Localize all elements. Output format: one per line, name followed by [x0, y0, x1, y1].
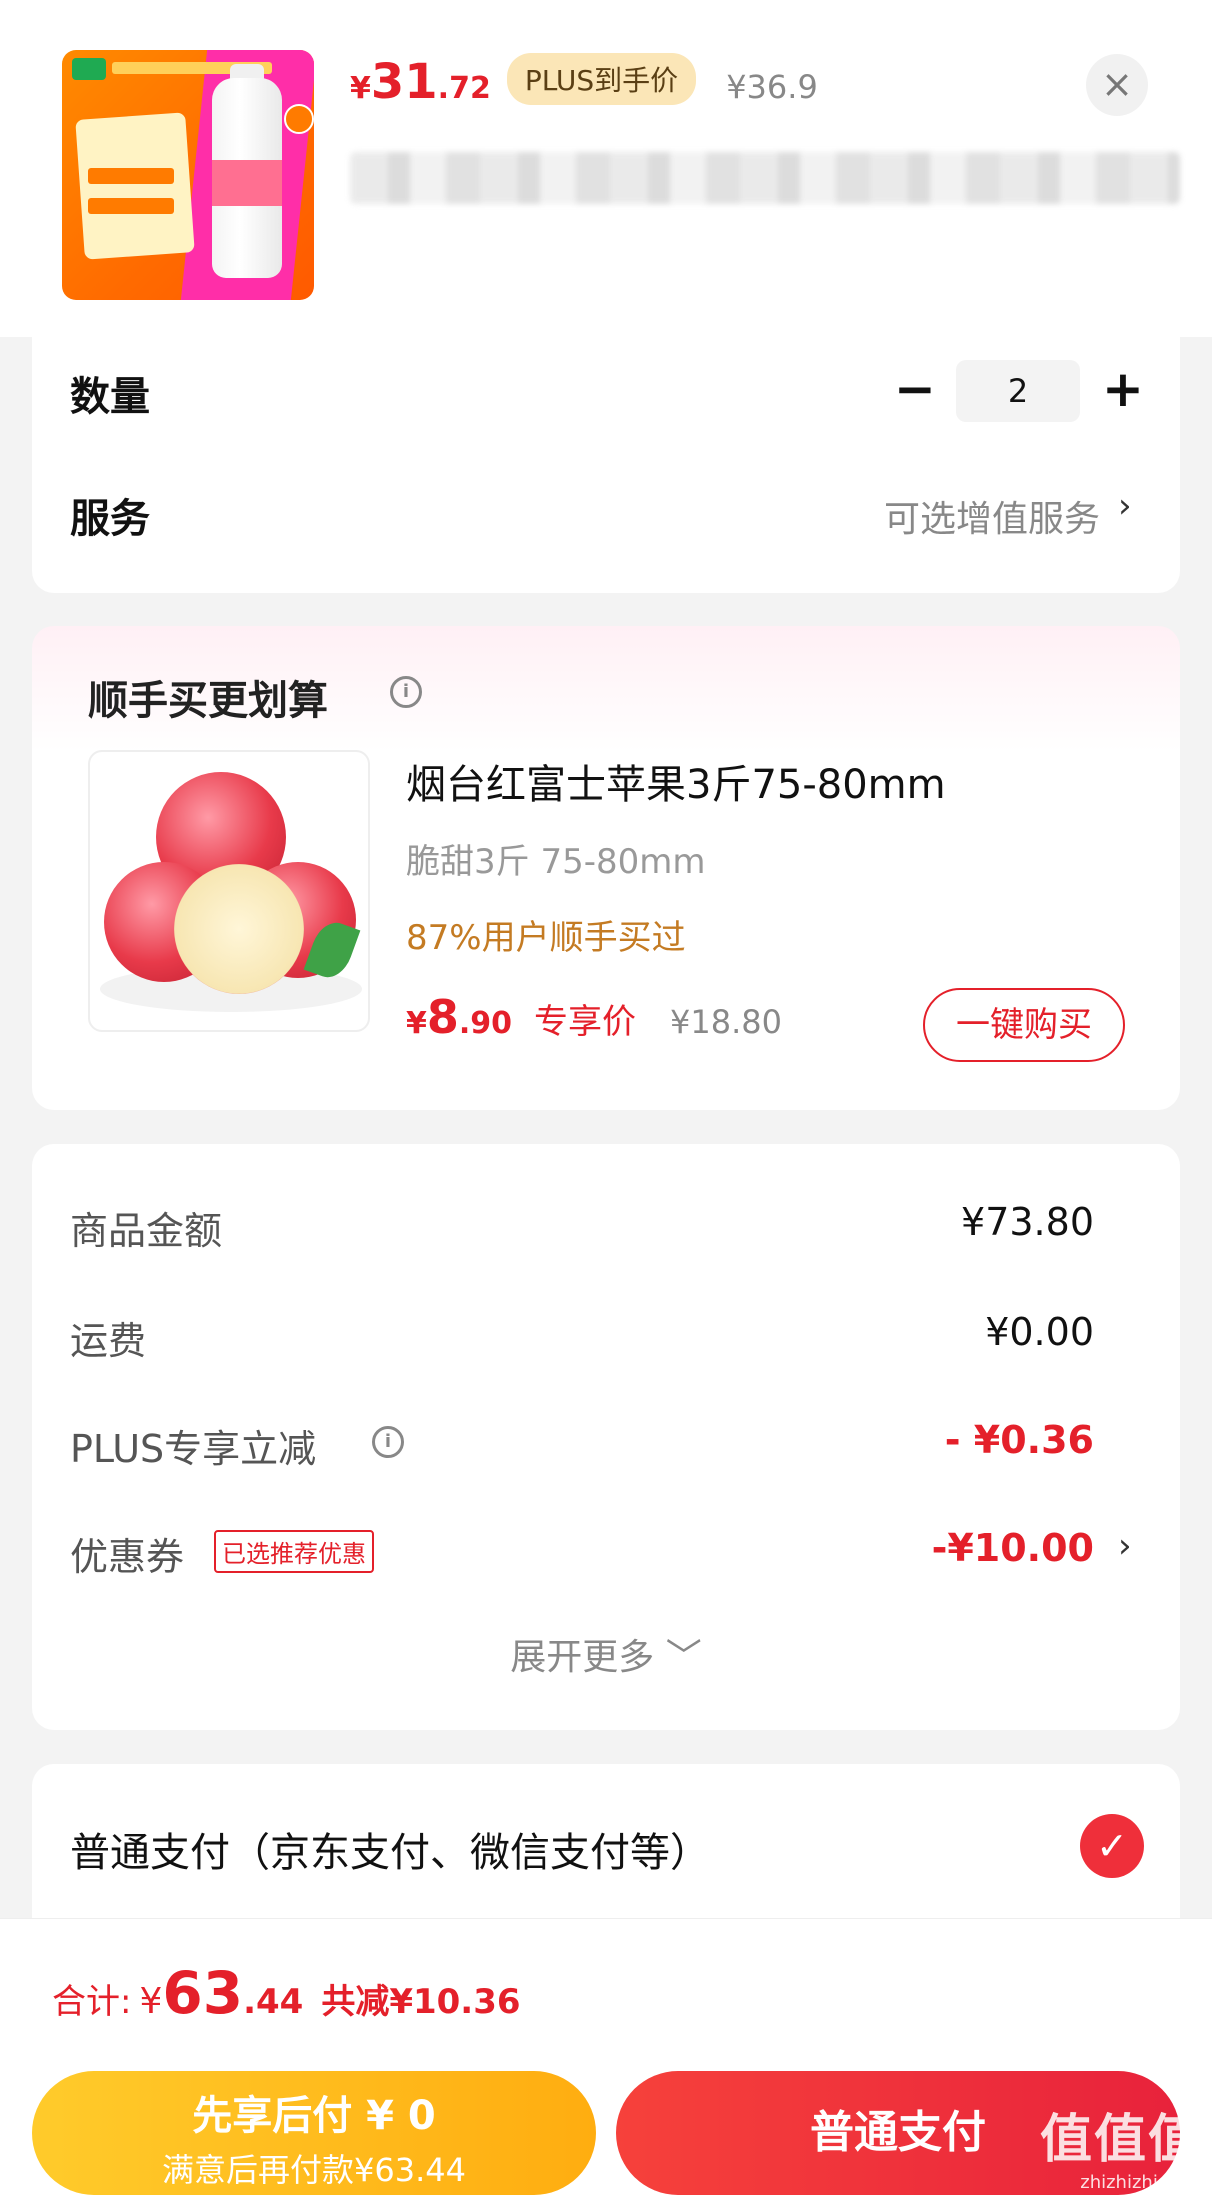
blurred-sku-selector: [350, 152, 1180, 204]
bundle-price: ¥ 8 .90 专享价 ¥18.80: [406, 990, 783, 1044]
product-thumbnail: [62, 50, 314, 300]
info-icon[interactable]: i: [390, 676, 422, 708]
plus-discount-label: PLUS专享立减: [70, 1427, 317, 1471]
coupon-value[interactable]: -¥10.00: [932, 1526, 1094, 1570]
price-summary-card: 商品金额 ¥73.80 运费 ¥0.00 PLUS专享立减 i - ¥0.36 …: [32, 1144, 1180, 1730]
section-title: 顺手买更划算: [88, 678, 328, 724]
checkout-sheet: ¥ 31 .72 PLUS到手价 ¥36.9 × 数量 − 2 + 服务 可选增…: [0, 0, 1212, 2209]
subtotal-label: 商品金额: [70, 1209, 223, 1253]
bundle-recommendation-card: 顺手买更划算 i 烟台红富士苹果3斤75-80mm 脆甜3斤 75-80mm 8…: [32, 626, 1180, 1110]
product-spec: 脆甜3斤 75-80mm: [406, 842, 706, 882]
payment-method-card[interactable]: 普通支付（京东支付、微信支付等） ✓: [32, 1764, 1180, 1924]
shipping-value: ¥0.00: [985, 1310, 1094, 1354]
expand-more-link[interactable]: 展开更多 ﹀: [32, 1628, 1180, 1680]
quantity-label: 数量: [70, 374, 150, 420]
order-total: 合计: ¥ 63 .44 共减¥10.36: [52, 1959, 521, 2027]
check-icon[interactable]: ✓: [1080, 1814, 1144, 1878]
watermark: 值值值 zhizhizhi.com: [1039, 2110, 1202, 2193]
plus-discount-value: - ¥0.36: [944, 1418, 1094, 1462]
product-header: ¥ 31 .72 PLUS到手价 ¥36.9 ×: [0, 0, 1212, 337]
original-price: ¥36.9: [726, 68, 818, 106]
service-label: 服务: [70, 496, 150, 542]
chevron-right-icon[interactable]: ›: [1118, 486, 1132, 526]
bottom-action-bar: 合计: ¥ 63 .44 共减¥10.36 先享后付 ¥ 0 满意后再付款¥63…: [0, 1918, 1212, 2209]
sku-price: ¥ 31 .72 PLUS到手价 ¥36.9: [350, 53, 818, 110]
plus-price-badge: PLUS到手价: [506, 53, 697, 105]
quantity-input[interactable]: 2: [956, 360, 1080, 422]
payment-method-label: 普通支付（京东支付、微信支付等）: [70, 1830, 710, 1876]
shipping-label: 运费: [70, 1319, 147, 1363]
exclusive-price-tag: 专享价: [534, 1002, 637, 1042]
close-icon[interactable]: ×: [1086, 54, 1148, 116]
quantity-decrement-button[interactable]: −: [894, 364, 936, 414]
apple-product-image: [88, 750, 370, 1032]
quantity-increment-button[interactable]: +: [1102, 364, 1144, 414]
product-name: 烟台红富士苹果3斤75-80mm: [406, 762, 946, 808]
one-click-buy-button[interactable]: 一键购买: [923, 988, 1125, 1062]
chevron-right-icon[interactable]: ›: [1118, 1526, 1132, 1566]
total-savings: 共减¥10.36: [321, 1982, 521, 2022]
coupon-label: 优惠券: [70, 1535, 185, 1579]
purchase-stat: 87%用户顺手买过: [406, 918, 686, 958]
pay-later-button[interactable]: 先享后付 ¥ 0 满意后再付款¥63.44: [32, 2071, 596, 2195]
recommended-coupon-badge: 已选推荐优惠: [214, 1530, 374, 1573]
quantity-service-card: 数量 − 2 + 服务 可选增值服务 ›: [32, 320, 1180, 593]
original-price: ¥18.80: [670, 1003, 783, 1041]
info-icon[interactable]: i: [372, 1426, 404, 1458]
service-selector[interactable]: 可选增值服务: [884, 490, 1100, 542]
subtotal-value: ¥73.80: [961, 1200, 1094, 1244]
